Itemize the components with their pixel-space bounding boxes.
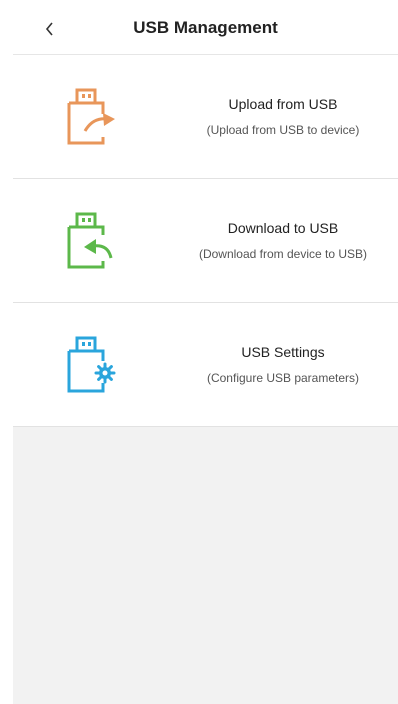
settings-text-group: USB Settings (Configure USB parameters) <box>193 303 373 426</box>
item-description: (Upload from USB to device) <box>206 122 360 137</box>
upload-from-usb-item[interactable]: Upload from USB (Upload from USB to devi… <box>13 55 398 179</box>
app-header: USB Management <box>13 0 398 55</box>
usb-settings-icon <box>67 336 116 393</box>
item-label: Download to USB <box>227 219 339 236</box>
usb-upload-icon <box>67 88 115 145</box>
download-to-usb-item[interactable]: Download to USB (Download from device to… <box>13 179 398 303</box>
item-label: Upload from USB <box>228 95 338 112</box>
item-description: (Download from device to USB) <box>198 246 368 261</box>
upload-text-group: Upload from USB (Upload from USB to devi… <box>193 55 373 178</box>
usb-settings-item[interactable]: USB Settings (Configure USB parameters) <box>13 303 398 427</box>
page-title: USB Management <box>133 18 278 37</box>
usb-download-icon <box>67 212 113 269</box>
item-description: (Configure USB parameters) <box>206 370 360 385</box>
item-label: USB Settings <box>241 343 325 360</box>
usb-management-screen: USB Management Upload from USB (Upload f… <box>13 0 398 704</box>
download-text-group: Download to USB (Download from device to… <box>193 179 373 302</box>
